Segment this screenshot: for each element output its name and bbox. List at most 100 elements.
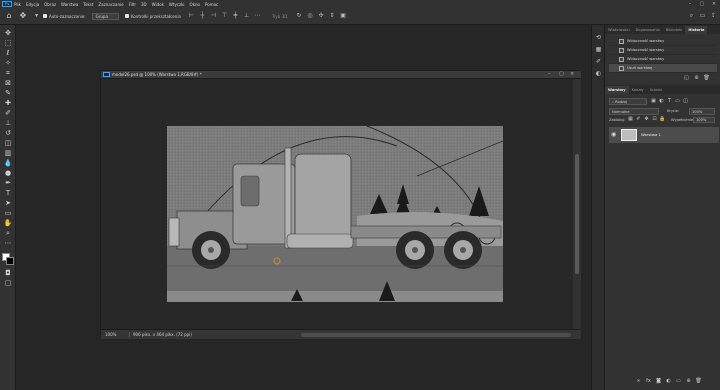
more-options-icon[interactable]: ⋯	[253, 12, 262, 20]
tab-libraries[interactable]: Biblioteki	[663, 26, 686, 34]
search-icon[interactable]: ⌕	[687, 12, 696, 20]
filter-smart-object-icon[interactable]: ◫	[682, 98, 689, 105]
close-icon[interactable]: ×	[708, 0, 720, 8]
history-brush-icon[interactable]: ↺	[3, 129, 13, 138]
maximize-icon[interactable]: ▢	[696, 0, 708, 8]
screen-mode-icon[interactable]: ▢	[3, 279, 13, 288]
history-item[interactable]: Widoczność warstwy	[609, 46, 717, 55]
tab-properties[interactable]: Właściwości	[605, 26, 633, 34]
move-tool-icon[interactable]: ✥	[3, 29, 13, 38]
tab-paths[interactable]: Ścieżki	[647, 86, 665, 94]
tab-layers[interactable]: Warstwy	[605, 86, 629, 94]
pen-tool-icon[interactable]: ✒	[3, 179, 13, 188]
move-tool-icon[interactable]: ✥	[18, 11, 28, 21]
zoom-tool-icon[interactable]: ⌕	[3, 229, 13, 238]
history-panel-icon[interactable]: ⟲	[594, 33, 603, 42]
type-tool-icon[interactable]: T	[3, 189, 13, 198]
document-info[interactable]: 906 pikx. x 464 pikx. (72 ppi)	[129, 332, 192, 337]
tab-channels[interactable]: Kanały	[629, 86, 647, 94]
drag-3d-icon[interactable]: ✣	[317, 12, 326, 20]
blend-mode-dropdown[interactable]: Normalne	[609, 108, 659, 115]
marquee-tool-icon[interactable]: ⬚	[3, 39, 13, 48]
eye-icon[interactable]: ◉	[611, 131, 616, 138]
eyedropper-icon[interactable]: ✎	[3, 89, 13, 98]
scale-3d-icon[interactable]: ▣	[339, 12, 348, 20]
scrollbar-thumb[interactable]	[575, 154, 579, 274]
more-tools-icon[interactable]: ⋯	[3, 239, 13, 248]
menu-view[interactable]: Widok	[152, 2, 164, 7]
workspace-icon[interactable]: ▭	[698, 12, 707, 20]
align-bottom-icon[interactable]: ⊥	[242, 12, 251, 20]
menu-plugins[interactable]: Wtyczki	[169, 2, 185, 7]
magic-wand-icon[interactable]: ✧	[3, 59, 13, 68]
filter-adjustment-icon[interactable]: ◐	[658, 98, 665, 105]
brush-panel-icon[interactable]: ✐	[594, 57, 603, 66]
crop-tool-icon[interactable]: ⌗	[3, 69, 13, 78]
adjustments-panel-icon[interactable]: ◐	[594, 69, 603, 78]
canvas-image[interactable]	[167, 126, 503, 302]
zoom-level[interactable]: 100%	[105, 332, 116, 337]
rotate-3d-icon[interactable]: ↻	[295, 12, 304, 20]
trash-icon[interactable]: 🗑	[695, 378, 702, 385]
align-center-icon[interactable]: ┼	[198, 12, 207, 20]
menu-type[interactable]: Tekst	[83, 2, 93, 7]
swatches-panel-icon[interactable]: ▦	[594, 45, 603, 54]
roll-3d-icon[interactable]: ◎	[306, 12, 315, 20]
document-tab[interactable]: model26.psd @ 100% (Warstwa 1,RGB/8#) * …	[101, 71, 581, 79]
minimize-icon[interactable]: –	[684, 0, 696, 8]
menu-3d[interactable]: 3D	[141, 2, 147, 7]
lock-pixels-icon[interactable]: ▦	[627, 116, 634, 123]
auto-select-dropdown[interactable]: Grupa	[91, 12, 119, 20]
menu-window[interactable]: Okno	[190, 2, 200, 7]
history-item-selected[interactable]: Usuń warstwę	[609, 64, 717, 73]
horizontal-scrollbar[interactable]	[301, 333, 571, 337]
chevron-down-icon[interactable]: ▾	[32, 12, 41, 20]
align-middle-icon[interactable]: ╪	[231, 12, 240, 20]
lock-brush-icon[interactable]: ✐	[635, 116, 642, 123]
auto-select-checkbox[interactable]	[43, 14, 47, 18]
slide-3d-icon[interactable]: ⇕	[328, 12, 337, 20]
background-color-swatch[interactable]	[6, 257, 14, 265]
layer-mask-icon[interactable]: ◙	[655, 378, 662, 385]
brush-tool-icon[interactable]: ✐	[3, 109, 13, 118]
hand-tool-icon[interactable]: ✋	[3, 219, 13, 228]
group-folder-icon[interactable]: ▭	[675, 378, 682, 385]
filter-shape-icon[interactable]: ▭	[674, 98, 681, 105]
lock-all-icon[interactable]: 🔒	[659, 116, 666, 123]
history-item[interactable]: Widoczność warstwy	[609, 55, 717, 64]
link-layers-icon[interactable]: ∞	[635, 378, 642, 385]
new-layer-icon[interactable]: ⊕	[685, 378, 692, 385]
trash-icon[interactable]: 🗑	[703, 75, 710, 82]
layer-style-icon[interactable]: fx	[645, 378, 652, 385]
menu-select[interactable]: Zaznaczanie	[98, 2, 123, 7]
gradient-tool-icon[interactable]: ▥	[3, 149, 13, 158]
transform-controls-checkbox[interactable]	[124, 14, 129, 18]
menu-file[interactable]: Plik	[14, 2, 21, 7]
clone-stamp-icon[interactable]: ⊥	[3, 119, 13, 128]
lock-artboard-icon[interactable]: ⊡	[651, 116, 658, 123]
filter-type-icon[interactable]: T	[666, 98, 673, 105]
quick-mask-icon[interactable]: ◘	[3, 269, 13, 278]
menu-image[interactable]: Obraz	[44, 2, 56, 7]
dodge-tool-icon[interactable]: ●	[3, 169, 13, 178]
minimize-icon[interactable]: –	[548, 71, 551, 77]
filter-pixel-icon[interactable]: ▣	[650, 98, 657, 105]
menu-edit[interactable]: Edycja	[26, 2, 39, 7]
adjustment-layer-icon[interactable]: ◐	[665, 378, 672, 385]
layer-kind-filter[interactable]: ⌕ Rodzaj	[609, 98, 647, 105]
blur-tool-icon[interactable]: 💧	[3, 159, 13, 168]
align-right-icon[interactable]: ⊣	[209, 12, 218, 20]
align-left-icon[interactable]: ⊢	[187, 12, 196, 20]
vertical-scrollbar[interactable]	[573, 79, 581, 329]
new-document-icon[interactable]: ⊕	[693, 75, 700, 82]
home-icon[interactable]: ⌂	[4, 11, 14, 21]
rectangle-tool-icon[interactable]: ▭	[3, 209, 13, 218]
healing-brush-icon[interactable]: ✚	[3, 99, 13, 108]
close-icon[interactable]: ×	[570, 71, 574, 77]
history-item[interactable]: Widoczność warstwy	[609, 37, 717, 46]
path-selection-icon[interactable]: ➤	[3, 199, 13, 208]
maximize-icon[interactable]: ▢	[559, 71, 564, 77]
snapshot-icon[interactable]: ◱	[683, 75, 690, 82]
layer-row[interactable]: ◉ Warstwa 1	[609, 127, 719, 143]
menu-filter[interactable]: Filtr	[129, 2, 136, 7]
